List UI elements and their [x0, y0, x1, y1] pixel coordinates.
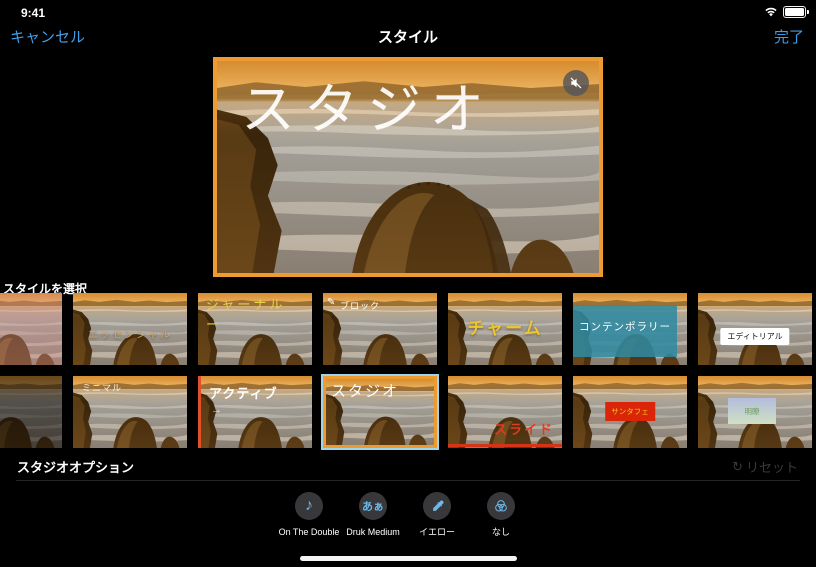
style-thumbnail-motion[interactable]: ーショ — [0, 293, 62, 365]
studio-option-buttons: ♪ On The Double あぁ Druk Medium イエロー — [277, 492, 533, 538]
style-thumbnail-label: コンテンポラリー — [573, 305, 677, 357]
reset-icon: ↻ — [732, 459, 743, 475]
style-thumbnail-label: ブロック — [340, 299, 380, 312]
style-thumbnail-label: チャーム — [467, 314, 542, 339]
style-thumbnail-journal[interactable]: ジャーナル ー — [198, 293, 312, 365]
filter-button[interactable]: なし — [469, 492, 533, 538]
style-thumbnail-label: エディトリアル — [720, 328, 789, 345]
status-icons — [764, 6, 806, 18]
style-thumbnail-studio[interactable]: スタジオ — [323, 376, 437, 448]
style-thumbnail-label: 明瞭 — [728, 398, 776, 424]
style-thumbnail-label: ミニマル — [82, 381, 122, 394]
style-thumbnails-row-2: ーン ミニマル — [0, 376, 812, 448]
music-note-icon: ♪ — [305, 497, 313, 515]
text-style-icon: あぁ — [362, 498, 384, 514]
thumbnail-tint — [0, 376, 62, 448]
eyedropper-icon — [430, 499, 445, 514]
style-thumbnail-santafe[interactable]: サンタフェ — [573, 376, 687, 448]
font-button[interactable]: あぁ Druk Medium — [341, 492, 405, 538]
style-thumbnail-block[interactable]: ✎ ブロック — [323, 293, 437, 365]
page-title: スタイル — [0, 26, 816, 47]
style-thumbnail-active[interactable]: アクティブ → — [198, 376, 312, 448]
style-thumbnail-contemporary[interactable]: コンテンポラリー — [573, 293, 687, 365]
status-time: 9:41 — [21, 6, 45, 20]
options-divider — [16, 480, 800, 481]
reset-button[interactable]: ↻ リセット — [732, 457, 798, 476]
style-thumbnail-minimal[interactable]: ミニマル — [73, 376, 187, 448]
style-thumbnail-label: アクティブ — [209, 383, 278, 402]
reset-button-label: リセット — [746, 457, 798, 476]
style-thumbnail-label: エッセンシャル — [88, 326, 172, 341]
color-button-label: イエロー — [419, 526, 455, 538]
filter-button-label: なし — [492, 526, 510, 538]
style-thumbnail-sub-label: → — [211, 404, 222, 416]
style-thumbnail-label: サンタフェ — [605, 402, 655, 421]
color-button[interactable]: イエロー — [405, 492, 469, 538]
style-thumbnail-label: スライド — [494, 419, 554, 438]
soundtrack-button-label: On The Double — [279, 526, 340, 538]
home-indicator[interactable] — [300, 556, 517, 561]
style-thumbnail-charm[interactable]: チャーム — [448, 293, 562, 365]
style-thumbnail-editorial[interactable]: エディトリアル — [698, 293, 812, 365]
battery-icon — [783, 6, 806, 18]
style-thumbnail-essential[interactable]: エッセンシャル — [73, 293, 187, 365]
thumbnail-tint — [0, 293, 62, 365]
soundtrack-button[interactable]: ♪ On The Double — [277, 492, 341, 538]
style-thumbnail-slide[interactable]: スライド — [448, 376, 562, 448]
style-thumbnail-label: ジャーナル ー — [206, 295, 285, 334]
style-thumbnails-row-1: ーショ エッセンシャル — [0, 293, 812, 365]
preview-style-title: スタジオ — [241, 65, 493, 144]
font-button-label: Druk Medium — [346, 526, 400, 538]
done-button[interactable]: 完了 — [774, 26, 804, 47]
style-thumbnail-modern[interactable]: ーン — [0, 376, 62, 448]
color-filter-icon — [493, 498, 509, 514]
options-section-heading: スタジオオプション — [17, 457, 134, 476]
style-thumbnail-label: スタジオ — [331, 380, 399, 401]
style-editor-screen: 9:41 キャンセル スタイル 完了 — [0, 0, 816, 567]
wifi-icon — [764, 7, 778, 18]
style-thumbnail-clear[interactable]: 明瞭 — [698, 376, 812, 448]
video-preview[interactable]: スタジオ — [213, 57, 603, 277]
pencil-icon: ✎ — [327, 297, 335, 308]
speaker-muted-icon — [569, 76, 583, 90]
mute-button[interactable] — [563, 70, 589, 96]
